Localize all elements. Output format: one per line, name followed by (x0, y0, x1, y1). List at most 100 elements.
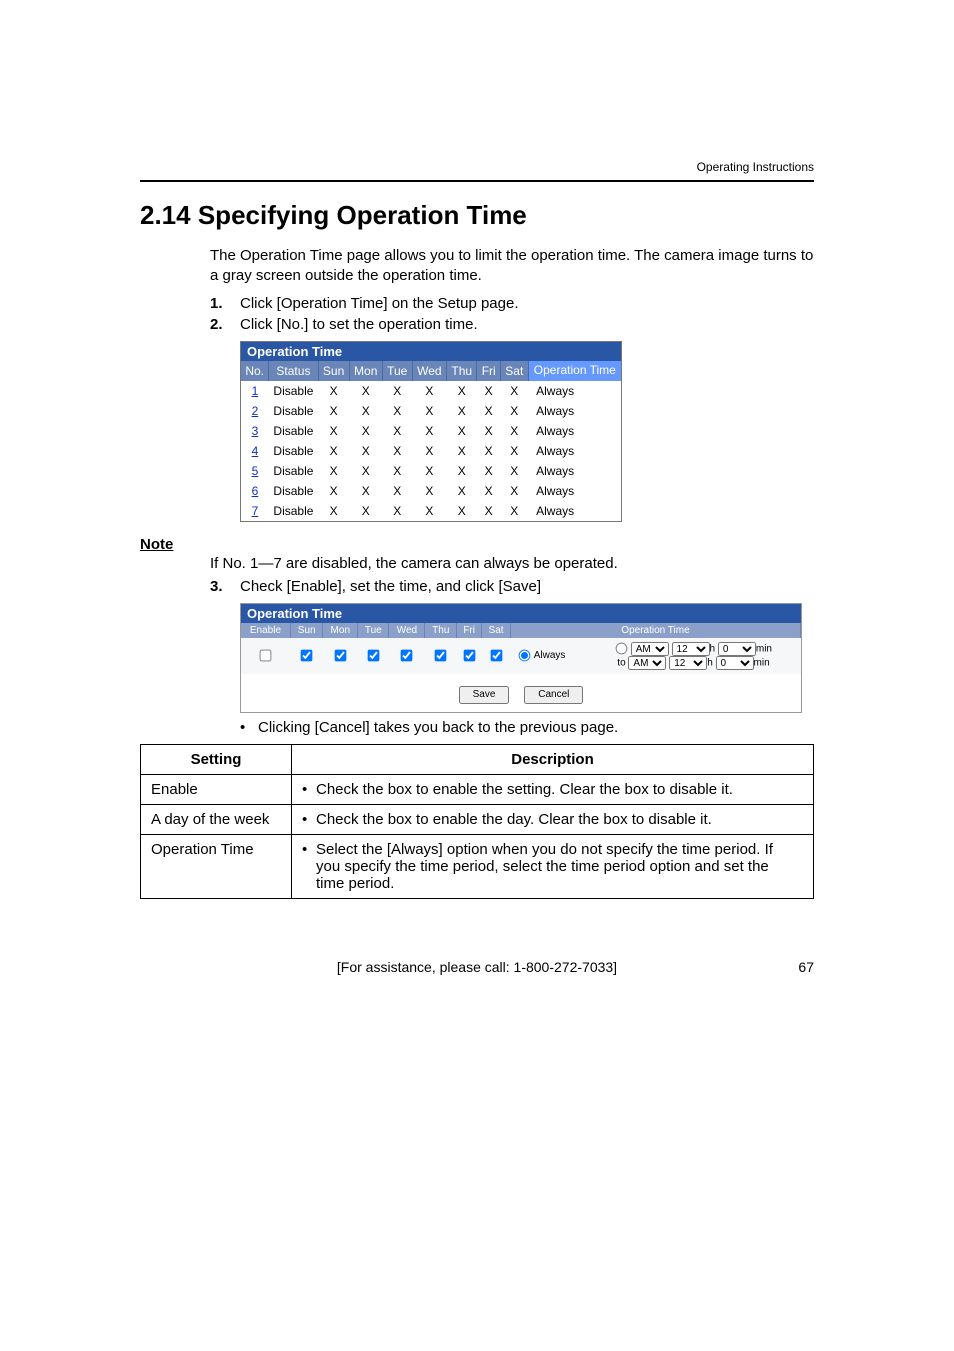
section-number: 2.14 (140, 200, 191, 230)
day-cell: X (382, 461, 412, 481)
cell-enable-label: Enable (141, 774, 292, 804)
day-cell: X (447, 501, 477, 521)
operation-time-cell: Always (528, 421, 621, 441)
day-cell: X (318, 461, 349, 481)
day-cell: X (447, 441, 477, 461)
header-rule (140, 180, 814, 182)
day-cell: X (500, 481, 528, 501)
row-number-link[interactable]: 7 (252, 504, 259, 518)
operation-time-cell: Always (528, 501, 621, 521)
step-1-number: 1. (210, 295, 223, 312)
to-hour-select[interactable]: 12 (669, 656, 707, 670)
day-cell: X (412, 461, 446, 481)
cancel-button[interactable]: Cancel (524, 686, 583, 704)
row-enable: Enable •Check the box to enable the sett… (141, 774, 814, 804)
from-min-select[interactable]: 0 (718, 642, 756, 656)
day-cell: X (447, 381, 477, 401)
th2-enable: Enable (241, 623, 290, 638)
day-cell: X (349, 421, 382, 441)
day-cell: X (318, 441, 349, 461)
table-row: 6DisableXXXXXXXAlways (241, 481, 621, 501)
running-header: Operating Instructions (697, 160, 814, 174)
table-row: 3DisableXXXXXXXAlways (241, 421, 621, 441)
screenshot2-config-row: Always AM 12h 0min to AM 12h 0min (241, 638, 801, 674)
day-cell: X (412, 481, 446, 501)
from-hour-select[interactable]: 12 (672, 642, 710, 656)
day-cell: X (349, 441, 382, 461)
sun-checkbox[interactable] (301, 650, 313, 662)
step-2-text: Click [No.] to set the operation time. (240, 316, 478, 333)
row-number-link[interactable]: 1 (252, 384, 259, 398)
section-title-text: Specifying Operation Time (198, 200, 527, 230)
day-cell: X (477, 401, 501, 421)
screenshot-operation-time-list: Operation Time No. Status Sun Mon Tue We… (240, 341, 622, 522)
mon-checkbox[interactable] (334, 650, 346, 662)
step-3: 3. Check [Enable], set the time, and cli… (210, 578, 814, 595)
step-1: 1. Click [Operation Time] on the Setup p… (210, 295, 814, 312)
to-ampm-select[interactable]: AM (628, 656, 666, 670)
day-cell: X (382, 381, 412, 401)
page-footer: [For assistance, please call: 1-800-272-… (140, 959, 814, 975)
screenshot1-header-row: No. Status Sun Mon Tue Wed Thu Fri Sat O… (241, 361, 621, 381)
th-tue: Tue (382, 361, 412, 381)
day-cell: X (318, 401, 349, 421)
enable-checkbox[interactable] (260, 650, 272, 662)
cell-day-label: A day of the week (141, 804, 292, 834)
row-number-link[interactable]: 4 (252, 444, 259, 458)
step-2: 2. Click [No.] to set the operation time… (210, 316, 814, 333)
th2-fri: Fri (457, 623, 482, 638)
operation-time-cell: Always (528, 381, 621, 401)
day-cell: X (349, 401, 382, 421)
day-cell: X (500, 501, 528, 521)
operation-time-cell: Always (528, 461, 621, 481)
row-number-link[interactable]: 3 (252, 424, 259, 438)
cell-ot-desc: Select the [Always] option when you do n… (316, 841, 797, 892)
row-operation-time: Operation Time •Select the [Always] opti… (141, 834, 814, 898)
save-button[interactable]: Save (459, 686, 510, 704)
thu-checkbox[interactable] (435, 650, 447, 662)
operation-time-cell: Always (528, 441, 621, 461)
th-mon: Mon (349, 361, 382, 381)
fri-checkbox[interactable] (463, 650, 475, 662)
step-1-text: Click [Operation Time] on the Setup page… (240, 295, 519, 312)
day-cell: X (500, 381, 528, 401)
row-number-link[interactable]: 5 (252, 464, 259, 478)
day-cell: X (500, 461, 528, 481)
time-period-radio[interactable] (616, 643, 628, 655)
th-operation-time: Operation Time (528, 361, 621, 381)
row-number-link[interactable]: 2 (252, 404, 259, 418)
day-cell: X (349, 381, 382, 401)
tue-checkbox[interactable] (367, 650, 379, 662)
th2-sun: Sun (290, 623, 323, 638)
from-ampm-select[interactable]: AM (631, 642, 669, 656)
row-number-link[interactable]: 6 (252, 484, 259, 498)
to-h-label: h (707, 657, 713, 668)
to-min-select[interactable]: 0 (716, 656, 754, 670)
status-cell: Disable (269, 381, 318, 401)
step-3-number: 3. (210, 578, 223, 595)
wed-checkbox[interactable] (401, 650, 413, 662)
th2-operation-time: Operation Time (510, 623, 800, 638)
day-cell: X (447, 421, 477, 441)
day-cell: X (477, 381, 501, 401)
to-min-label: min (754, 657, 770, 668)
to-label: to (617, 657, 625, 668)
always-radio[interactable] (519, 650, 531, 662)
day-cell: X (382, 501, 412, 521)
cell-ot-label: Operation Time (141, 834, 292, 898)
step-2-number: 2. (210, 316, 223, 333)
day-cell: X (382, 421, 412, 441)
status-cell: Disable (269, 401, 318, 421)
from-min-label: min (756, 643, 772, 654)
always-label: Always (534, 650, 566, 661)
day-cell: X (447, 401, 477, 421)
status-cell: Disable (269, 481, 318, 501)
note-heading: Note (140, 536, 814, 553)
sat-checkbox[interactable] (490, 650, 502, 662)
day-cell: X (412, 421, 446, 441)
day-cell: X (500, 441, 528, 461)
note-body: If No. 1—7 are disabled, the camera can … (210, 555, 814, 572)
status-cell: Disable (269, 441, 318, 461)
th-description: Description (292, 744, 814, 774)
day-cell: X (477, 501, 501, 521)
